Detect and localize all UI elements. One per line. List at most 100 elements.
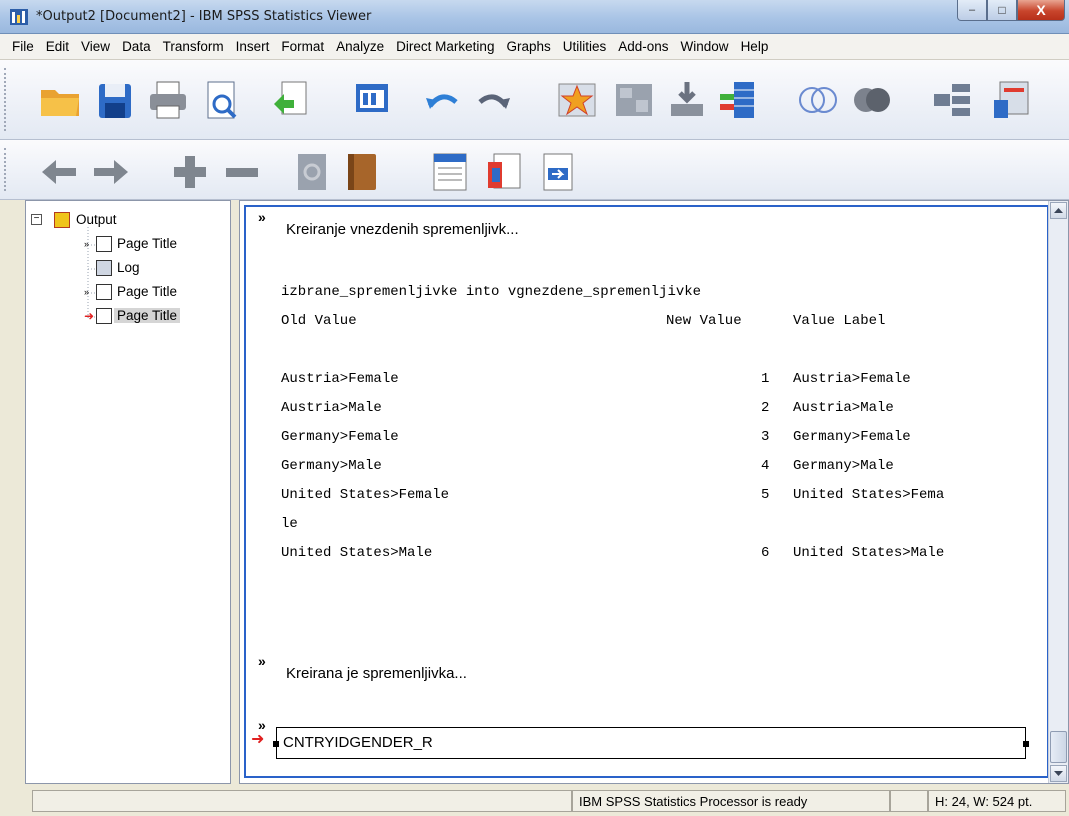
split-file-icon[interactable]	[930, 78, 974, 122]
output-book-icon	[54, 211, 70, 228]
hidden-marker-icon: »	[258, 653, 266, 669]
toolbar-grip[interactable]	[4, 68, 10, 131]
scroll-up-button[interactable]	[1050, 202, 1067, 219]
close-icon: X	[1036, 2, 1046, 18]
row-new: 1	[761, 371, 770, 387]
menu-direct-marketing[interactable]: Direct Marketing	[390, 39, 500, 54]
log-icon	[96, 259, 112, 276]
menu-analyze[interactable]: Analyze	[330, 39, 390, 54]
row-new: 3	[761, 429, 770, 445]
open-folder-icon[interactable]	[38, 78, 82, 122]
row-label: Austria>Male	[793, 400, 894, 416]
log-heading-1[interactable]: Kreiranje vnezdenih spremenljivk...	[286, 221, 519, 238]
page-title-icon	[96, 307, 112, 324]
status-message-box	[32, 790, 572, 812]
status-processor: IBM SPSS Statistics Processor is ready	[572, 790, 890, 812]
window-title: *Output2 [Document2] - IBM SPSS Statisti…	[36, 9, 372, 24]
goto-case-icon[interactable]	[555, 78, 599, 122]
insert-data-icon[interactable]	[665, 78, 709, 122]
close-button[interactable]: X	[1017, 0, 1065, 21]
resize-handle[interactable]	[273, 741, 279, 747]
status-bar: IBM SPSS Statistics Processor is ready H…	[0, 784, 1069, 816]
redo-icon[interactable]	[472, 78, 516, 122]
save-icon[interactable]	[93, 78, 137, 122]
outline-item-page-title-2[interactable]: » Page Title	[84, 282, 180, 301]
expand-icon[interactable]	[168, 150, 212, 194]
scroll-down-button[interactable]	[1050, 765, 1067, 782]
select-cases-icon[interactable]	[796, 78, 840, 122]
hide-icon[interactable]	[340, 150, 384, 194]
edit-text[interactable]: CNTRYIDGENDER_R	[283, 734, 433, 751]
undo-icon[interactable]	[420, 78, 464, 122]
print-preview-icon[interactable]	[200, 78, 244, 122]
status-spacer	[890, 790, 928, 812]
promote-icon[interactable]	[38, 150, 82, 194]
title-bar: *Output2 [Document2] - IBM SPSS Statisti…	[0, 0, 1069, 34]
col-old-value: Old Value	[281, 313, 357, 329]
goto-variable-icon[interactable]	[612, 78, 656, 122]
menu-help[interactable]: Help	[735, 39, 775, 54]
row-label: Austria>Female	[793, 371, 911, 387]
outline-item-label: Page Title	[117, 236, 178, 251]
outline-item-label: Page Title	[117, 284, 178, 299]
menu-bar: File Edit View Data Transform Insert For…	[0, 34, 1069, 60]
vertical-scrollbar[interactable]	[1048, 201, 1068, 783]
outline-item-page-title-3[interactable]: ➜ Page Title	[84, 306, 181, 325]
show-icon[interactable]	[290, 150, 334, 194]
menu-graphs[interactable]: Graphs	[500, 39, 556, 54]
current-item-arrow-icon: ➜	[84, 308, 95, 323]
row-new: 4	[761, 458, 770, 474]
text-edit-box[interactable]: CNTRYIDGENDER_R	[273, 727, 1029, 759]
page-title-icon	[96, 235, 112, 252]
variables-icon[interactable]	[716, 78, 760, 122]
menu-insert[interactable]: Insert	[230, 39, 276, 54]
col-new-value: New Value	[666, 313, 742, 329]
scroll-thumb[interactable]	[1050, 731, 1067, 763]
menu-data[interactable]: Data	[116, 39, 157, 54]
row-old: Austria>Male	[281, 400, 382, 416]
collapse-node-icon[interactable]: −	[31, 214, 42, 225]
outline-root[interactable]: − Output	[31, 210, 120, 229]
selected-block: » Kreiranje vnezdenih spremenljivk... iz…	[244, 205, 1049, 778]
insert-text-icon[interactable]	[536, 150, 580, 194]
menu-file[interactable]: File	[6, 39, 40, 54]
page-title-icon	[96, 283, 112, 300]
maximize-icon: □	[998, 3, 1006, 17]
minimize-button[interactable]: –	[957, 0, 987, 21]
outline-item-page-title-1[interactable]: » Page Title	[84, 234, 180, 253]
outline-pane[interactable]: − Output » Page Title Log » Page Title ➜…	[25, 200, 231, 784]
pane-splitter[interactable]	[231, 200, 239, 784]
demote-icon[interactable]	[88, 150, 132, 194]
toolbar-grip[interactable]	[4, 148, 10, 191]
menu-view[interactable]: View	[75, 39, 116, 54]
menu-edit[interactable]: Edit	[40, 39, 75, 54]
export-icon[interactable]	[268, 78, 312, 122]
row-label: United States>Fema	[793, 487, 945, 503]
row-old: Germany>Male	[281, 458, 382, 474]
row-new: 5	[761, 487, 770, 503]
viewer-toolbar	[0, 140, 1069, 200]
log-heading-2[interactable]: Kreirana je spremenljivka...	[286, 665, 467, 682]
collapse-icon[interactable]	[220, 150, 264, 194]
resize-handle[interactable]	[1023, 741, 1029, 747]
weight-cases-icon[interactable]	[850, 78, 894, 122]
outline-item-log[interactable]: Log	[84, 258, 143, 277]
print-icon[interactable]	[146, 78, 190, 122]
insert-title-icon[interactable]	[482, 150, 526, 194]
recall-dialog-icon[interactable]	[350, 78, 394, 122]
menu-add-ons[interactable]: Add-ons	[612, 39, 674, 54]
content-pane[interactable]: » Kreiranje vnezdenih spremenljivk... iz…	[239, 200, 1069, 784]
menu-window[interactable]: Window	[675, 39, 735, 54]
row-old: Austria>Female	[281, 371, 399, 387]
hidden-marker-icon: »	[84, 238, 90, 249]
spss-app-icon[interactable]	[10, 9, 28, 25]
col-value-label: Value Label	[793, 313, 886, 329]
menu-format[interactable]: Format	[275, 39, 330, 54]
maximize-button[interactable]: □	[987, 0, 1017, 21]
insert-heading-icon[interactable]	[428, 150, 472, 194]
row-old: United States>Female	[281, 487, 450, 503]
menu-transform[interactable]: Transform	[157, 39, 230, 54]
value-labels-icon[interactable]	[990, 78, 1034, 122]
row-label: United States>Male	[793, 545, 945, 561]
menu-utilities[interactable]: Utilities	[557, 39, 613, 54]
